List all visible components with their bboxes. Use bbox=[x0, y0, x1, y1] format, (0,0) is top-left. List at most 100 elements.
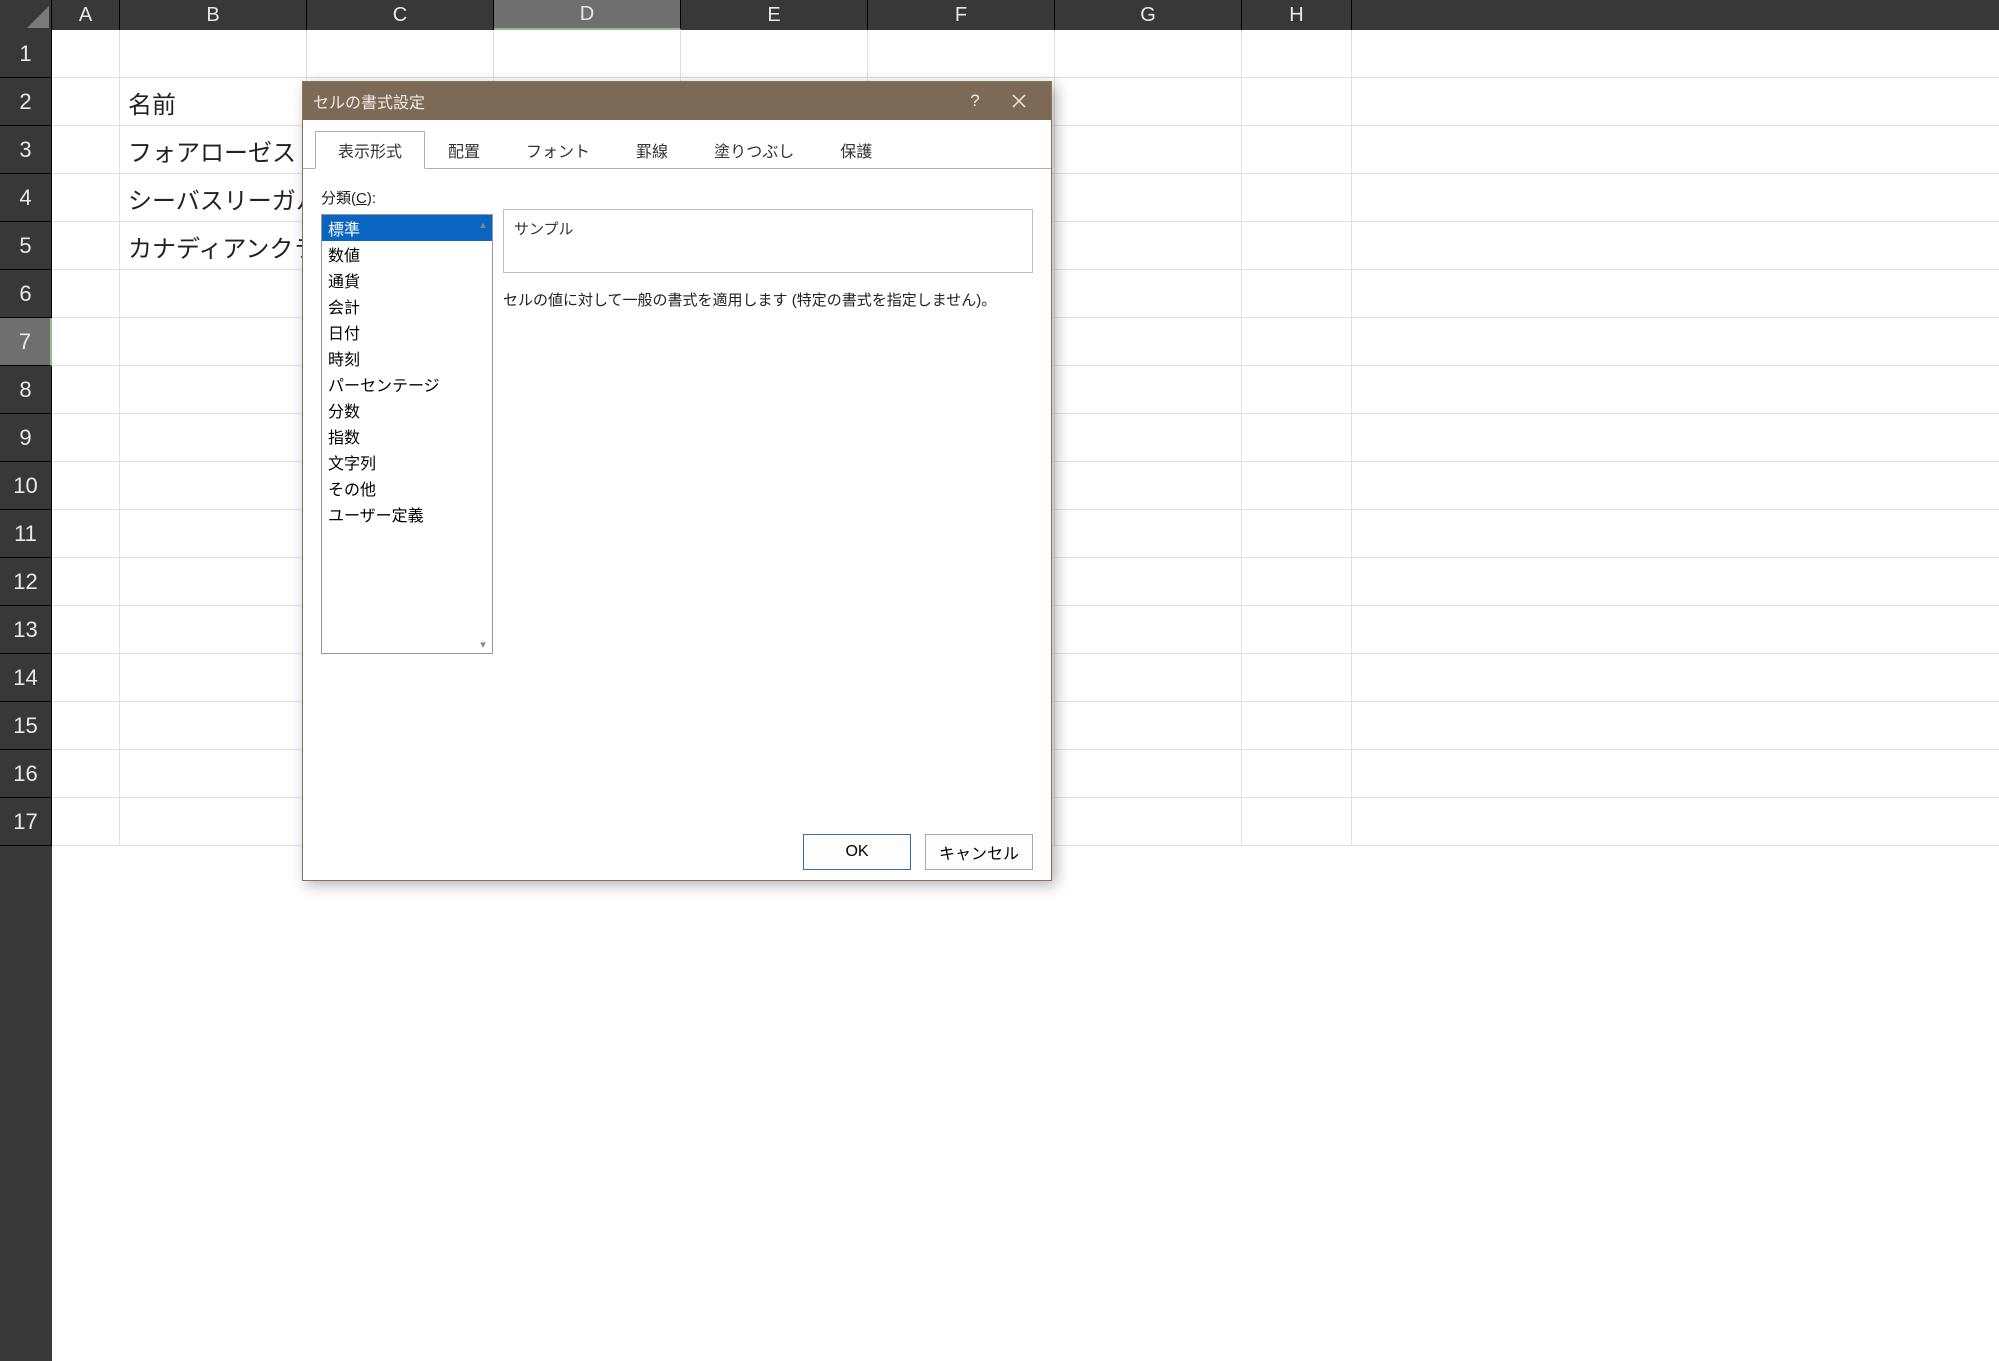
cell-H2[interactable] bbox=[1242, 78, 1352, 126]
cell-G6[interactable] bbox=[1055, 270, 1242, 318]
cell-G16[interactable] bbox=[1055, 750, 1242, 798]
scroll-up-icon[interactable]: ▴ bbox=[474, 215, 492, 233]
cell-B14[interactable] bbox=[120, 654, 307, 702]
tab-0[interactable]: 表示形式 bbox=[315, 131, 425, 169]
row-header-13[interactable]: 13 bbox=[0, 606, 52, 654]
col-header-E[interactable]: E bbox=[681, 0, 868, 30]
cell-H12[interactable] bbox=[1242, 558, 1352, 606]
cell-G17[interactable] bbox=[1055, 798, 1242, 846]
cell-B10[interactable] bbox=[120, 462, 307, 510]
help-button[interactable]: ? bbox=[953, 82, 997, 120]
col-header-G[interactable]: G bbox=[1055, 0, 1242, 30]
category-option[interactable]: 日付 bbox=[322, 319, 492, 345]
row-header-8[interactable]: 8 bbox=[0, 366, 52, 414]
row-header-2[interactable]: 2 bbox=[0, 78, 52, 126]
cell-G11[interactable] bbox=[1055, 510, 1242, 558]
category-option[interactable]: ユーザー定義 bbox=[322, 501, 492, 527]
cell-G14[interactable] bbox=[1055, 654, 1242, 702]
cell-G5[interactable] bbox=[1055, 222, 1242, 270]
cell-G4[interactable] bbox=[1055, 174, 1242, 222]
cell-H6[interactable] bbox=[1242, 270, 1352, 318]
cell-B16[interactable] bbox=[120, 750, 307, 798]
category-option[interactable]: 通貨 bbox=[322, 267, 492, 293]
row-header-3[interactable]: 3 bbox=[0, 126, 52, 174]
cell-G13[interactable] bbox=[1055, 606, 1242, 654]
cell-B3[interactable]: フォアローゼス bbox=[120, 126, 307, 174]
row-header-16[interactable]: 16 bbox=[0, 750, 52, 798]
row-header-12[interactable]: 12 bbox=[0, 558, 52, 606]
cell-A8[interactable] bbox=[52, 366, 120, 414]
cell-H11[interactable] bbox=[1242, 510, 1352, 558]
cell-G7[interactable] bbox=[1055, 318, 1242, 366]
dialog-titlebar[interactable]: セルの書式設定 ? bbox=[303, 82, 1051, 120]
close-button[interactable] bbox=[997, 82, 1041, 120]
cell-A11[interactable] bbox=[52, 510, 120, 558]
cell-A14[interactable] bbox=[52, 654, 120, 702]
cell-F1[interactable] bbox=[868, 30, 1055, 78]
category-option[interactable]: パーセンテージ bbox=[322, 371, 492, 397]
cell-A2[interactable] bbox=[52, 78, 120, 126]
row-header-15[interactable]: 15 bbox=[0, 702, 52, 750]
cell-G1[interactable] bbox=[1055, 30, 1242, 78]
cell-A5[interactable] bbox=[52, 222, 120, 270]
cell-A10[interactable] bbox=[52, 462, 120, 510]
select-all-corner[interactable] bbox=[0, 0, 52, 30]
cell-B6[interactable] bbox=[120, 270, 307, 318]
cell-G8[interactable] bbox=[1055, 366, 1242, 414]
category-option[interactable]: 時刻 bbox=[322, 345, 492, 371]
cell-A3[interactable] bbox=[52, 126, 120, 174]
row-header-4[interactable]: 4 bbox=[0, 174, 52, 222]
cell-H15[interactable] bbox=[1242, 702, 1352, 750]
cell-B17[interactable] bbox=[120, 798, 307, 846]
cell-H4[interactable] bbox=[1242, 174, 1352, 222]
col-header-F[interactable]: F bbox=[868, 0, 1055, 30]
category-option[interactable]: 指数 bbox=[322, 423, 492, 449]
col-header-H[interactable]: H bbox=[1242, 0, 1352, 30]
category-option[interactable]: 標準 bbox=[322, 215, 492, 241]
tab-5[interactable]: 保護 bbox=[817, 131, 895, 169]
cell-A1[interactable] bbox=[52, 30, 120, 78]
cell-B2[interactable]: 名前 bbox=[120, 78, 307, 126]
cell-A9[interactable] bbox=[52, 414, 120, 462]
cell-H1[interactable] bbox=[1242, 30, 1352, 78]
cell-B11[interactable] bbox=[120, 510, 307, 558]
row-header-14[interactable]: 14 bbox=[0, 654, 52, 702]
cell-G12[interactable] bbox=[1055, 558, 1242, 606]
col-header-B[interactable]: B bbox=[120, 0, 307, 30]
ok-button[interactable]: OK bbox=[803, 834, 911, 870]
cell-B4[interactable]: シーバスリーガル bbox=[120, 174, 307, 222]
category-option[interactable]: 分数 bbox=[322, 397, 492, 423]
cell-B5[interactable]: カナディアンクラブ bbox=[120, 222, 307, 270]
cell-B1[interactable] bbox=[120, 30, 307, 78]
cancel-button[interactable]: キャンセル bbox=[925, 834, 1033, 870]
cell-B7[interactable] bbox=[120, 318, 307, 366]
tab-3[interactable]: 罫線 bbox=[613, 131, 691, 169]
cell-H14[interactable] bbox=[1242, 654, 1352, 702]
tab-2[interactable]: フォント bbox=[503, 131, 613, 169]
scroll-down-icon[interactable]: ▾ bbox=[474, 635, 492, 653]
cell-A4[interactable] bbox=[52, 174, 120, 222]
col-header-A[interactable]: A bbox=[52, 0, 120, 30]
cell-C1[interactable] bbox=[307, 30, 494, 78]
category-option[interactable]: 文字列 bbox=[322, 449, 492, 475]
cell-H7[interactable] bbox=[1242, 318, 1352, 366]
col-header-C[interactable]: C bbox=[307, 0, 494, 30]
row-header-10[interactable]: 10 bbox=[0, 462, 52, 510]
cell-E1[interactable] bbox=[681, 30, 868, 78]
cell-H3[interactable] bbox=[1242, 126, 1352, 174]
cell-H8[interactable] bbox=[1242, 366, 1352, 414]
cell-B12[interactable] bbox=[120, 558, 307, 606]
cell-G2[interactable] bbox=[1055, 78, 1242, 126]
cell-A7[interactable] bbox=[52, 318, 120, 366]
row-header-5[interactable]: 5 bbox=[0, 222, 52, 270]
row-header-7[interactable]: 7 bbox=[0, 318, 52, 366]
cell-A16[interactable] bbox=[52, 750, 120, 798]
col-header-D[interactable]: D bbox=[494, 0, 681, 30]
cell-A13[interactable] bbox=[52, 606, 120, 654]
cell-A12[interactable] bbox=[52, 558, 120, 606]
cell-H17[interactable] bbox=[1242, 798, 1352, 846]
cell-H5[interactable] bbox=[1242, 222, 1352, 270]
cell-G15[interactable] bbox=[1055, 702, 1242, 750]
cell-H16[interactable] bbox=[1242, 750, 1352, 798]
cell-B15[interactable] bbox=[120, 702, 307, 750]
